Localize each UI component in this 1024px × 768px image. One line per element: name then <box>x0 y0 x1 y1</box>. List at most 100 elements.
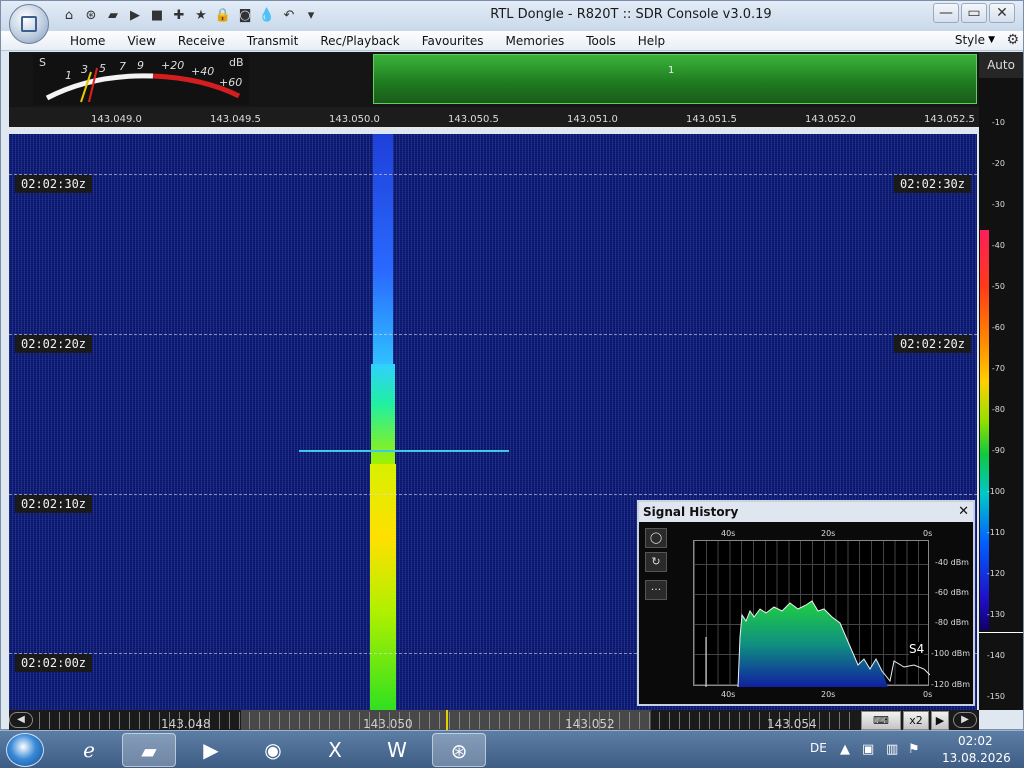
settings-icon[interactable]: ⚙ <box>1006 32 1019 48</box>
plus-icon[interactable]: ✚ <box>169 7 189 25</box>
menu-bar: Home View Receive Transmit Rec/Playback … <box>1 31 1023 51</box>
excel-icon[interactable]: X <box>308 733 362 767</box>
stop-icon[interactable]: ■ <box>147 7 167 25</box>
signal-history-plot <box>693 540 930 687</box>
style-dropdown-icon[interactable]: ▼ <box>988 31 995 49</box>
history-more-button[interactable]: ··· <box>645 580 667 600</box>
s-meter-label-1: 1 <box>65 69 72 82</box>
app-logo-icon <box>21 16 37 32</box>
app-window: ⌂ ⊛ ▰ ▶ ■ ✚ ★ 🔒 ◙ 💧 ↶ ▾ RTL Dongle - R82… <box>0 0 1024 731</box>
colorbar-tick: -30 <box>991 200 1005 209</box>
colorbar-tick: -60 <box>991 323 1005 332</box>
freq-tick: 143.050.0 <box>329 114 380 125</box>
colorbar-tick: -40 <box>991 241 1005 250</box>
help-ring-icon[interactable]: ⊛ <box>81 7 101 25</box>
minimize-button[interactable]: — <box>933 3 959 23</box>
home-icon[interactable]: ⌂ <box>59 7 79 25</box>
bottom-freq-label: 143.048 <box>161 717 211 731</box>
scroll-right-button[interactable]: ▶ <box>953 712 977 728</box>
history-y-axis-label: -40 dBm <box>935 558 969 567</box>
menu-favourites[interactable]: Favourites <box>411 31 495 51</box>
s-meter-label-db: dB <box>229 56 244 69</box>
camera-icon[interactable]: ◙ <box>235 7 255 25</box>
menu-view[interactable]: View <box>116 31 166 51</box>
time-label-left: 02:02:00z <box>15 654 93 672</box>
time-gridline <box>9 494 977 495</box>
sdr-console-icon[interactable]: ⊛ <box>432 733 486 767</box>
history-y-axis-label: -60 dBm <box>935 588 969 597</box>
history-top-axis-label: 40s <box>721 529 736 538</box>
explorer-folder-icon[interactable]: ▰ <box>122 733 176 767</box>
signal-trace-upper <box>373 134 393 364</box>
tray-action-center-icon[interactable]: ⚑ <box>908 742 920 757</box>
bottom-frequency-bar: ◀ 143.048 143.050 143.052 143.054 ⌨ x2 ▶… <box>9 710 979 731</box>
window-controls: — ▭ ✕ <box>933 3 1015 23</box>
colorbar-tick: -150 <box>986 692 1005 701</box>
drop-icon[interactable]: 💧 <box>257 7 277 25</box>
clock-time[interactable]: 02:02 <box>958 734 993 748</box>
media-player-icon[interactable]: ▶ <box>184 733 238 767</box>
app-menu-button[interactable] <box>9 4 49 44</box>
history-trace <box>705 600 930 687</box>
zoom-arrow-icon[interactable]: ▶ <box>931 711 949 730</box>
word-icon[interactable]: W <box>370 733 424 767</box>
internet-explorer-icon[interactable]: ℯ <box>62 733 116 767</box>
lock-icon[interactable]: 🔒 <box>213 7 233 25</box>
colorbar: Auto -10 -20 -30 -40 -50 -60 -70 -80 -90… <box>979 52 1023 710</box>
s-meter: S 1 3 5 7 9 +20 +40 +60 dB <box>33 54 249 105</box>
history-bottom-axis-label: 40s <box>721 690 736 699</box>
colorbar-auto-button[interactable]: Auto <box>979 52 1023 78</box>
freq-tick: 143.051.5 <box>686 114 737 125</box>
language-indicator[interactable]: DE <box>810 741 827 755</box>
time-gridline <box>9 174 977 175</box>
colorbar-tick: -20 <box>991 159 1005 168</box>
signal-history-title: Signal History <box>639 502 973 522</box>
bottom-freq-label: 143.054 <box>767 717 817 731</box>
menu-tools[interactable]: Tools <box>575 31 627 51</box>
dropdown-icon[interactable]: ▾ <box>301 7 321 25</box>
colorbar-floor-line <box>979 632 1023 633</box>
s-meter-label-plus20: +20 <box>161 59 185 72</box>
bottom-freq-label: 143.052 <box>565 717 615 731</box>
colorbar-tick: -130 <box>986 610 1005 619</box>
signal-history-close-button[interactable]: ✕ <box>958 502 969 522</box>
colorbar-tick: -70 <box>991 364 1005 373</box>
tray-device-icon[interactable]: ▣ <box>862 742 874 757</box>
keyboard-button[interactable]: ⌨ <box>861 711 901 730</box>
history-record-button[interactable]: ◯ <box>645 528 667 548</box>
start-button[interactable] <box>6 733 44 767</box>
scroll-left-button[interactable]: ◀ <box>9 712 33 728</box>
interference-line <box>299 450 509 452</box>
maximize-button[interactable]: ▭ <box>961 3 987 23</box>
chrome-icon[interactable]: ◉ <box>246 733 300 767</box>
star-icon[interactable]: ★ <box>191 7 211 25</box>
menu-receive[interactable]: Receive <box>167 31 236 51</box>
close-button[interactable]: ✕ <box>989 3 1015 23</box>
freq-tick: 143.050.5 <box>448 114 499 125</box>
tray-network-icon[interactable]: ▥ <box>886 742 898 757</box>
quick-access-toolbar: ⌂ ⊛ ▰ ▶ ■ ✚ ★ 🔒 ◙ 💧 ↶ ▾ <box>59 7 321 25</box>
frequency-scale[interactable]: 143.049.0 143.049.5 143.050.0 143.050.5 … <box>9 107 979 129</box>
freq-tick: 143.049.5 <box>210 114 261 125</box>
s-meter-label-plus60: +60 <box>219 76 243 89</box>
undo-icon[interactable]: ↶ <box>279 7 299 25</box>
menu-home[interactable]: Home <box>59 31 116 51</box>
play-icon[interactable]: ▶ <box>125 7 145 25</box>
spectrum-display[interactable]: 1 <box>373 54 977 104</box>
history-y-axis-label: -120 dBm <box>931 680 971 689</box>
history-reset-button[interactable]: ↻ <box>645 552 667 572</box>
style-menu[interactable]: Style <box>955 31 985 49</box>
menu-rec-playback[interactable]: Rec/Playback <box>309 31 410 51</box>
s-meter-label-plus40: +40 <box>191 65 215 78</box>
menu-transmit[interactable]: Transmit <box>236 31 309 51</box>
menu-items: Home View Receive Transmit Rec/Playback … <box>59 31 676 51</box>
menu-memories[interactable]: Memories <box>495 31 576 51</box>
s-meter-label-7: 7 <box>119 60 126 73</box>
bottom-freq-label: 143.050 <box>363 717 413 731</box>
signal-trace-lower <box>370 464 396 710</box>
zoom-button[interactable]: x2 <box>903 711 929 730</box>
clock-date[interactable]: 13.08.2026 <box>942 751 1011 765</box>
folder-icon[interactable]: ▰ <box>103 7 123 25</box>
menu-help[interactable]: Help <box>627 31 676 51</box>
tray-expand-icon[interactable]: ▲ <box>840 742 850 757</box>
